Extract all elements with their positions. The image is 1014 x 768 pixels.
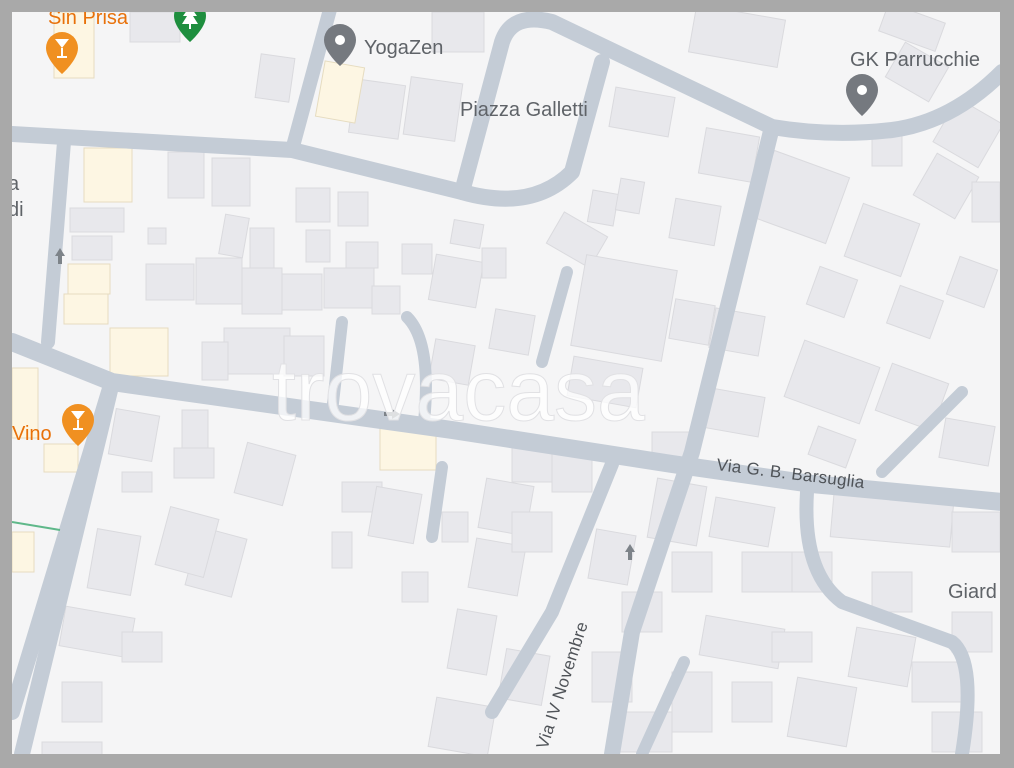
place-label-sin-prisa: Sin Prisa — [48, 12, 129, 29]
location-pin-icon[interactable] — [324, 24, 356, 66]
place-label-giardino: Giard — [948, 581, 997, 603]
place-label-yogazen: YogaZen — [364, 37, 443, 59]
place-label-piazza-galletti: Piazza Galletti — [460, 99, 588, 121]
place-label-fragment-a: a — [12, 173, 20, 195]
place-label-fragment-b: di — [12, 199, 24, 221]
map-canvas[interactable]: trovacasa Via G. B. Barsuglia Via IV Nov… — [12, 12, 1000, 754]
place-label-gk-parrucchieri: GK Parrucchie — [850, 49, 980, 71]
location-pin-icon[interactable] — [846, 74, 878, 116]
green-path — [12, 521, 61, 531]
watermark: trovacasa — [272, 343, 645, 439]
map-svg: trovacasa Via G. B. Barsuglia Via IV Nov… — [12, 12, 1000, 754]
map-frame: trovacasa Via G. B. Barsuglia Via IV Nov… — [0, 0, 1014, 768]
place-label-vino: Vino — [12, 423, 52, 445]
